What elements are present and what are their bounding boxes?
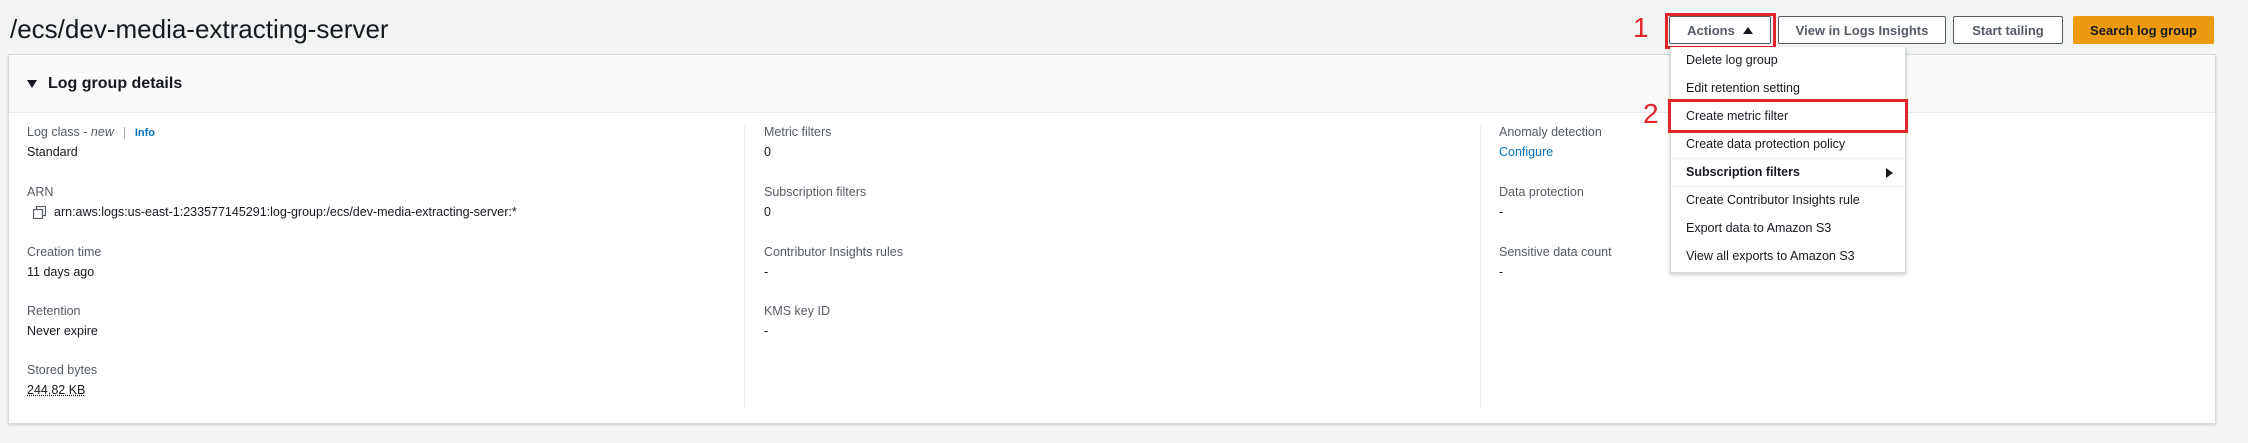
menu-divider: [1671, 186, 1905, 187]
configure-link[interactable]: Configure: [1499, 145, 1602, 159]
info-link[interactable]: Info: [135, 127, 155, 139]
subscription-filters-label: Subscription filters: [764, 185, 867, 199]
data-protection-field: Data protection -: [1499, 185, 1584, 219]
metric-filters-value: 0: [764, 145, 771, 159]
column-divider: [744, 125, 745, 407]
log-class-field: Log class - new Info Standard: [27, 125, 155, 159]
retention-label: Retention: [27, 304, 81, 318]
data-protection-value: -: [1499, 205, 1504, 219]
creation-time-value: 11 days ago: [27, 265, 95, 279]
copy-icon[interactable]: [33, 205, 46, 219]
contributor-insights-value: -: [764, 265, 769, 279]
retention-value: Never expire: [27, 324, 98, 338]
column-divider: [1480, 125, 1481, 407]
submenu-arrow-icon: [1886, 168, 1893, 178]
menu-item-create-data-protection[interactable]: Create data protection policy: [1686, 137, 1845, 151]
arn-label: ARN: [27, 185, 54, 199]
sensitive-data-field: Sensitive data count -: [1499, 245, 1612, 279]
stored-bytes-label: Stored bytes: [27, 363, 98, 377]
subscription-filters-value: 0: [764, 205, 771, 219]
menu-divider: [1671, 158, 1905, 159]
menu-item-view-exports-s3[interactable]: View all exports to Amazon S3: [1686, 249, 1855, 263]
collapse-caret-icon: [27, 79, 37, 88]
start-tailing-button[interactable]: Start tailing: [1953, 16, 2063, 44]
search-log-group-button[interactable]: Search log group: [2073, 16, 2214, 44]
menu-item-create-contributor-insights[interactable]: Create Contributor Insights rule: [1686, 193, 1860, 207]
menu-item-delete-log-group[interactable]: Delete log group: [1686, 53, 1778, 67]
kms-key-field: KMS key ID -: [764, 304, 830, 338]
retention-field: Retention Never expire: [27, 304, 98, 338]
sensitive-data-label: Sensitive data count: [1499, 245, 1612, 259]
annotation-1: 1: [1633, 12, 1649, 43]
menu-item-export-s3[interactable]: Export data to Amazon S3: [1686, 221, 1831, 235]
contributor-insights-label: Contributor Insights rules: [764, 245, 903, 259]
creation-time-label: Creation time: [27, 245, 102, 259]
anomaly-detection-label: Anomaly detection: [1499, 125, 1602, 139]
annotation-2: 2: [1643, 98, 1659, 129]
menu-item-subscription-filters[interactable]: Subscription filters: [1686, 165, 1800, 179]
stored-bytes-value[interactable]: 244.82 KB: [27, 383, 97, 397]
actions-button[interactable]: Actions: [1669, 16, 1771, 44]
arn-value-row: arn:aws:logs:us-east-1:233577145291:log-…: [27, 205, 517, 219]
metric-filters-label: Metric filters: [764, 125, 832, 139]
log-class-value: Standard: [27, 145, 78, 159]
actions-dropdown-menu: Delete log group Edit retention setting …: [1670, 47, 1906, 273]
data-protection-label: Data protection: [1499, 185, 1584, 199]
creation-time-field: Creation time 11 days ago: [27, 245, 101, 279]
view-in-logs-insights-button[interactable]: View in Logs Insights: [1778, 16, 1946, 44]
menu-item-edit-retention[interactable]: Edit retention setting: [1686, 81, 1800, 95]
arn-value: arn:aws:logs:us-east-1:233577145291:log-…: [54, 205, 517, 219]
sensitive-data-value: -: [1499, 265, 1504, 279]
panel-title: Log group details: [48, 74, 183, 92]
kms-key-value: -: [764, 324, 769, 338]
menu-item-create-metric-filter[interactable]: Create metric filter: [1686, 109, 1788, 123]
arn-field: ARN arn:aws:logs:us-east-1:233577145291:…: [27, 185, 517, 219]
anomaly-detection-field: Anomaly detection Configure: [1499, 125, 1602, 159]
contributor-insights-field: Contributor Insights rules -: [764, 245, 903, 279]
actions-button-label: Actions: [1687, 22, 1735, 38]
stored-bytes-field: Stored bytes 244.82 KB: [27, 363, 97, 397]
metric-filters-field: Metric filters 0: [764, 125, 831, 159]
subscription-filters-field: Subscription filters 0: [764, 185, 866, 219]
kms-key-label: KMS key ID: [764, 304, 830, 318]
page-title: /ecs/dev-media-extracting-server: [10, 14, 389, 44]
caret-up-icon: [1742, 26, 1753, 34]
separator: [123, 126, 125, 139]
log-class-label: Log class - new Info: [27, 125, 156, 139]
